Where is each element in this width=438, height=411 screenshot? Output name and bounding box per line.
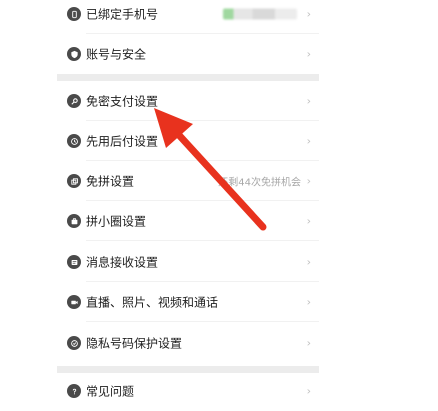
settings-item-password-free-payment[interactable]: 免密支付设置 › — [57, 81, 319, 121]
chevron-right-icon: › — [306, 384, 311, 398]
message-icon — [67, 255, 81, 269]
chevron-right-icon: › — [306, 94, 311, 108]
settings-item-pinxiaoquan[interactable]: 拼小圈设置 › — [57, 201, 319, 241]
section-divider — [57, 74, 319, 81]
settings-item-account-security[interactable]: 账号与安全 › — [57, 34, 319, 74]
privacy-shield-icon — [67, 336, 81, 350]
settings-item-message-receiving[interactable]: 消息接收设置 › — [57, 242, 319, 282]
settings-item-label: 直播、照片、视频和通话 — [86, 295, 219, 310]
chevron-right-icon: › — [306, 174, 311, 188]
settings-item-label: 隐私号码保护设置 — [86, 336, 183, 351]
phone-icon — [67, 7, 81, 21]
settings-item-label: 已绑定手机号 — [86, 7, 159, 22]
question-icon — [67, 384, 81, 398]
chevron-right-icon: › — [306, 47, 311, 61]
chevron-right-icon: › — [306, 134, 311, 148]
settings-item-faq[interactable]: 常见问题 › — [57, 371, 319, 411]
shield-icon — [67, 47, 81, 61]
remaining-group-free-count: 还剩44次免拼机会 — [218, 177, 301, 189]
settings-item-label: 先用后付设置 — [86, 134, 159, 149]
settings-item-pay-later[interactable]: 先用后付设置 › — [57, 121, 319, 161]
settings-item-label: 消息接收设置 — [86, 255, 159, 270]
settings-item-live-photo-video-call[interactable]: 直播、照片、视频和通话 › — [57, 282, 319, 322]
settings-item-privacy-number[interactable]: 隐私号码保护设置 › — [57, 323, 319, 363]
clock-icon — [67, 134, 81, 148]
blurred-phone-number — [223, 8, 297, 20]
chevron-right-icon: › — [306, 295, 311, 309]
settings-item-label: 免拼设置 — [86, 174, 135, 189]
settings-item-label: 常见问题 — [86, 384, 135, 399]
chevron-right-icon: › — [306, 214, 311, 228]
chevron-right-icon: › — [306, 336, 311, 350]
settings-item-label: 拼小圈设置 — [86, 214, 147, 229]
settings-item-label: 账号与安全 — [86, 47, 147, 62]
camera-icon — [67, 295, 81, 309]
copy-icon — [67, 174, 81, 188]
key-icon — [67, 94, 81, 108]
settings-item-group-free[interactable]: 免拼设置 还剩44次免拼机会 › — [57, 161, 319, 201]
briefcase-icon — [67, 214, 81, 228]
settings-item-bound-phone[interactable]: 已绑定手机号 › — [57, 0, 319, 34]
chevron-right-icon: › — [306, 255, 311, 269]
chevron-right-icon: › — [306, 7, 311, 21]
settings-item-label: 免密支付设置 — [86, 94, 159, 109]
